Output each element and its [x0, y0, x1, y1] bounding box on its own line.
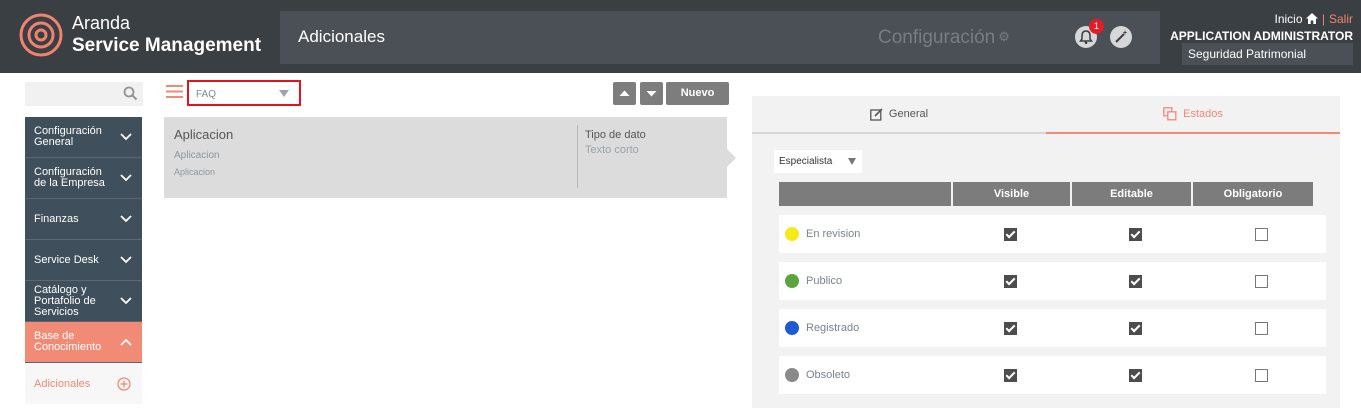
obligatorio-checkbox[interactable] [1255, 275, 1268, 288]
magic-wand-button[interactable] [1110, 26, 1132, 48]
data-type-label: Tipo de dato [585, 129, 646, 141]
chevron-down-icon [120, 174, 132, 182]
panel-tabs: General Estados [752, 96, 1340, 134]
config-label: Configuración [878, 27, 996, 48]
editable-checkbox[interactable] [1129, 228, 1142, 241]
sidebar-item-label: Configuración General [34, 125, 102, 148]
chevron-down-icon [120, 256, 132, 264]
copy-icon [1163, 107, 1177, 121]
chevron-down-icon [120, 133, 132, 141]
status-color-dot [785, 321, 799, 335]
sidebar-item-base-conocimiento[interactable]: Base de Conocimiento [25, 322, 142, 363]
sidebar-item-label: Catálogo y Portafolio de Servicios [34, 283, 96, 318]
arrow-down-icon [646, 91, 657, 97]
sidebar-subitem-adicionales[interactable]: Adicionales [25, 363, 142, 404]
sidebar-item-catalogo[interactable]: Catálogo y Portafolio de Servicios [25, 281, 142, 322]
card-divider [577, 125, 578, 188]
type-filter-value: FAQ [196, 89, 217, 100]
chevron-down-icon [120, 215, 132, 223]
visible-checkbox[interactable] [1004, 275, 1017, 288]
status-color-dot [785, 227, 799, 241]
card-subtitle: Aplicacion [174, 150, 220, 161]
type-filter-select[interactable]: FAQ [187, 80, 301, 106]
visible-checkbox[interactable] [1004, 369, 1017, 382]
obligatorio-checkbox[interactable] [1255, 369, 1268, 382]
home-icon [1305, 13, 1318, 24]
new-button[interactable]: Nuevo [666, 82, 729, 105]
config-link[interactable]: Configuración ⚙ [878, 27, 1010, 49]
move-up-button[interactable] [613, 82, 636, 105]
data-type-value: Texto corto [585, 144, 639, 156]
column-header-editable: Editable [1072, 182, 1191, 206]
gear-icon: ⚙ [998, 29, 1010, 44]
inicio-link[interactable]: Inicio [1275, 12, 1318, 26]
table-row: Obsoleto [779, 356, 1326, 394]
column-header-visible: Visible [953, 182, 1070, 206]
sidebar: Configuración General Configuración de l… [25, 117, 142, 404]
column-header-state [779, 182, 951, 206]
link-separator: | [1321, 12, 1325, 26]
user-name: APPLICATION ADMINISTRATOR [1170, 29, 1353, 43]
tab-general-label: General [888, 108, 929, 120]
sidebar-item-configuracion-empresa[interactable]: Configuración de la Empresa [25, 158, 142, 199]
state-name: En revision [806, 228, 861, 240]
detail-panel: General Estados Especialista Visible Edi… [752, 96, 1340, 408]
status-color-dot [785, 274, 799, 288]
table-row: En revision [779, 215, 1326, 253]
brand-name: Aranda [72, 13, 131, 33]
state-name: Registrado [806, 322, 860, 334]
caret-down-icon [279, 90, 289, 97]
status-color-dot [785, 368, 799, 382]
card-description: Aplicacion [174, 167, 216, 177]
column-header-obligatorio: Obligatorio [1193, 182, 1313, 206]
visible-checkbox[interactable] [1004, 322, 1017, 335]
hamburger-icon[interactable] [166, 85, 183, 98]
sidebar-item-label: Service Desk [34, 253, 99, 266]
state-name: Publico [806, 275, 843, 287]
user-department[interactable]: Seguridad Patrimonial [1182, 43, 1353, 65]
user-area: Inicio | Salir APPLICATION ADMINISTRATOR [1170, 12, 1353, 43]
edit-icon [870, 107, 883, 121]
role-select-value: Especialista [779, 156, 833, 167]
visible-checkbox[interactable] [1004, 228, 1017, 241]
sidebar-item-configuracion-general[interactable]: Configuración General [25, 117, 142, 158]
arrow-up-icon [619, 90, 630, 96]
chevron-down-icon [120, 297, 132, 305]
plus-circle-icon[interactable] [117, 377, 131, 391]
additional-field-card[interactable]: Aplicacion Aplicacion Aplicacion Tipo de… [164, 117, 736, 198]
tab-general[interactable]: General [752, 96, 1046, 134]
editable-checkbox[interactable] [1129, 322, 1142, 335]
move-down-button[interactable] [640, 82, 663, 105]
sidebar-search-input[interactable] [25, 82, 143, 106]
brand-product: Service Management [72, 35, 262, 56]
state-name: Obsoleto [806, 369, 851, 381]
salir-link[interactable]: Salir [1329, 12, 1353, 26]
chevron-up-icon [120, 338, 132, 346]
notification-badge: 1 [1089, 19, 1104, 34]
table-row: Registrado [779, 309, 1326, 347]
role-select[interactable]: Especialista [774, 150, 862, 173]
sidebar-item-label: Base de Conocimiento [34, 330, 102, 353]
aranda-logo-icon[interactable] [18, 12, 64, 58]
caret-down-icon [848, 158, 856, 165]
card-title: Aplicacion [174, 127, 234, 142]
editable-checkbox[interactable] [1129, 275, 1142, 288]
top-links: Inicio | Salir [1170, 12, 1354, 26]
table-row: Publico [779, 262, 1326, 300]
tab-estados[interactable]: Estados [1046, 96, 1340, 134]
sidebar-item-service-desk[interactable]: Service Desk [25, 240, 142, 281]
sidebar-item-label: Finanzas [34, 212, 79, 225]
editable-checkbox[interactable] [1129, 369, 1142, 382]
page-title: Adicionales [298, 27, 385, 46]
obligatorio-checkbox[interactable] [1255, 322, 1268, 335]
title-bar: Adicionales Configuración ⚙ 1 [280, 11, 1160, 64]
sidebar-item-label: Configuración de la Empresa [34, 166, 105, 189]
wand-icon [1115, 30, 1128, 43]
tab-estados-label: Estados [1183, 108, 1223, 120]
sidebar-subitem-label: Adicionales [34, 377, 91, 390]
obligatorio-checkbox[interactable] [1255, 228, 1268, 241]
search-icon [123, 86, 138, 101]
app-header: Aranda Service Management Adicionales Co… [0, 0, 1361, 73]
sidebar-item-finanzas[interactable]: Finanzas [25, 199, 142, 240]
